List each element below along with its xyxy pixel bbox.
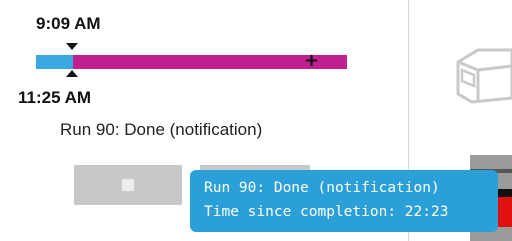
- start-time-label: 9:09 AM: [36, 14, 101, 33]
- stop-button[interactable]: [74, 165, 182, 205]
- instrument-icon[interactable]: [452, 40, 512, 112]
- timeline-elapsed-segment: [36, 55, 74, 69]
- tooltip-time-since-completion: Time since completion: 22:23: [204, 204, 449, 220]
- start-marker-icon: [66, 43, 78, 50]
- end-marker-icon: [66, 70, 78, 77]
- tooltip-status: Run 90: Done (notification): [204, 180, 440, 196]
- run-tooltip: Run 90: Done (notification) Time since c…: [190, 170, 498, 232]
- run-status-label: Run 90: Done (notification): [60, 120, 263, 139]
- run-timeline[interactable]: +: [36, 51, 347, 71]
- stop-icon: [122, 179, 134, 191]
- plus-icon[interactable]: +: [304, 51, 319, 71]
- end-time-label: 11:25 AM: [18, 88, 92, 107]
